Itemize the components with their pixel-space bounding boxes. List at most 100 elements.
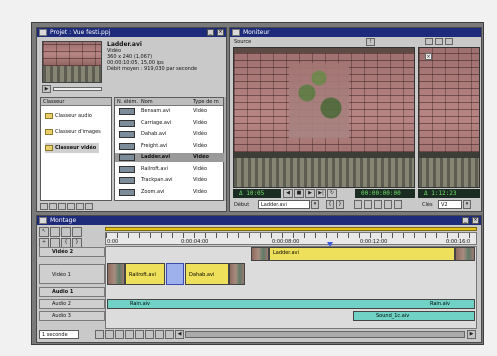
insert-button[interactable] <box>354 200 362 209</box>
scroll-left-button[interactable]: ◀ <box>175 330 184 339</box>
file-row[interactable]: Dahab.avi Vidéo <box>115 130 225 139</box>
mark-out-button[interactable]: } <box>336 200 344 209</box>
track-header-audio3[interactable]: Audio 3 <box>39 311 105 321</box>
mark-in-button[interactable]: { <box>326 200 334 209</box>
time-ruler[interactable]: 0:00 0:00:04:00 0:00:08:00 0:00:12:00 0:… <box>105 232 477 245</box>
play-button[interactable]: ▶ <box>305 189 315 198</box>
timeline-bottom-bar: 1 seconde ◀ ▶ <box>39 330 479 340</box>
file-name: Dahab.avi <box>141 131 167 137</box>
window-menu-icon[interactable] <box>39 29 47 36</box>
dual-view-button[interactable] <box>435 38 443 45</box>
program-track-select[interactable]: V2 <box>438 200 462 209</box>
file-row[interactable]: Bensam.avi Vidéo <box>115 107 225 116</box>
program-dropdown-button[interactable]: ▾ <box>463 200 471 209</box>
file-row[interactable]: Ladder.avi Vidéo <box>115 153 225 162</box>
timeline-titlebar[interactable]: Montage _ × <box>37 216 481 225</box>
program-close-button[interactable]: × <box>425 53 432 60</box>
file-row[interactable]: Trackpan.avi Vidéo <box>115 176 225 185</box>
toggle-sync-button[interactable] <box>125 330 134 339</box>
trash-button[interactable] <box>67 203 75 210</box>
bin-item-audio[interactable]: Classeur audio <box>45 112 92 121</box>
window-menu-icon[interactable] <box>232 29 240 36</box>
close-button[interactable]: × <box>217 29 224 36</box>
project-window: Projet : Vue festi.ppj _ × ▶ Ladder.avi … <box>36 27 227 212</box>
loop-button[interactable]: ↻ <box>327 189 337 198</box>
zoom-in-button[interactable] <box>165 330 174 339</box>
lift-button[interactable] <box>374 200 382 209</box>
selection-tool-button[interactable]: ↖ <box>39 227 49 237</box>
hand-tool-button[interactable] <box>72 227 82 237</box>
file-list-header: N. élém. Nom Type de m <box>115 98 223 106</box>
timeline-minimize-button[interactable]: _ <box>462 217 469 224</box>
project-scrollbar[interactable] <box>224 97 226 201</box>
bin-item-video[interactable]: Classeur vidéo <box>45 143 100 153</box>
razor-tool-button[interactable] <box>61 227 71 237</box>
toggle-edge-view-button[interactable] <box>105 330 114 339</box>
program-video[interactable]: × <box>418 47 480 188</box>
ruler-tick-label: 0:00:08:00 <box>272 239 300 245</box>
clip-rain-audio[interactable]: Rain.aiv Rain.aiv <box>107 299 475 309</box>
file-type: Vidéo <box>193 131 208 137</box>
extract-button[interactable] <box>384 200 392 209</box>
step-forward-button[interactable]: ▶| <box>316 189 326 198</box>
new-bin-button[interactable] <box>58 203 66 210</box>
time-unit-select[interactable]: 1 seconde <box>39 330 79 339</box>
monitor-menu-button[interactable]: ! <box>366 38 375 46</box>
project-title: Projet : Vue festi.ppj <box>50 29 111 36</box>
track-header-audio1[interactable]: Audio 1 <box>39 287 105 297</box>
project-titlebar[interactable]: Projet : Vue festi.ppj _ × <box>37 28 226 37</box>
render-button[interactable] <box>394 200 402 209</box>
scroll-right-button[interactable]: ▶ <box>467 330 476 339</box>
toggle-shift-tracks-button[interactable] <box>115 330 124 339</box>
bin-item-images[interactable]: Classeur d'images <box>45 128 101 137</box>
delete-button[interactable] <box>85 203 93 210</box>
stop-button[interactable]: ■ <box>294 189 304 198</box>
source-video[interactable] <box>233 47 415 188</box>
track-options-button[interactable] <box>135 330 144 339</box>
bin-header: Classeur <box>41 98 111 106</box>
minimize-button[interactable]: _ <box>207 29 214 36</box>
monitor-window: Moniteur Source ! × Δ 10:05 ◀ ■ ▶ ▶| ↻ 0… <box>229 27 482 212</box>
source-clip-select[interactable]: Ladder.avi <box>258 200 310 209</box>
track-header-video2[interactable]: Vidéo 2 <box>39 247 105 257</box>
overlay-button[interactable] <box>364 200 372 209</box>
monitor-titlebar[interactable]: Moniteur <box>230 28 481 37</box>
list-view-button[interactable] <box>40 203 48 210</box>
track-header-video1[interactable]: Vidéo 1 <box>39 264 105 284</box>
play-thumbnail-button[interactable]: ▶ <box>42 85 51 93</box>
clip-thumb[interactable] <box>251 247 269 261</box>
file-row[interactable]: Railroft.avi Vidéo <box>115 165 225 174</box>
timeline-close-button[interactable]: × <box>472 217 479 224</box>
timeline-toolbox: ↖ + { } <box>39 227 103 249</box>
timeline-scrollbar[interactable] <box>185 331 465 338</box>
toggle-snap-button[interactable] <box>95 330 104 339</box>
file-list: N. élém. Nom Type de m Bensam.avi Vidéo Ca… <box>114 97 225 201</box>
clip-thumb[interactable] <box>455 247 475 261</box>
track-header-audio2[interactable]: Audio 2 <box>39 299 105 309</box>
clip-railroft[interactable]: Railroft.avi <box>125 263 165 285</box>
find-button[interactable] <box>76 203 84 210</box>
source-duration: Δ 10:05 <box>233 189 281 198</box>
thumbnail-scrubber[interactable] <box>53 87 102 91</box>
clip-sound-audio[interactable]: Sound_1c.aiv <box>353 311 475 321</box>
window-menu-icon[interactable] <box>39 217 47 224</box>
source-dropdown-button[interactable]: ▾ <box>311 200 319 209</box>
trim-view-button[interactable] <box>445 38 453 45</box>
clip-thumb[interactable] <box>229 263 245 285</box>
monitor-toggle-button[interactable] <box>145 330 154 339</box>
clip-dahab[interactable]: Dahab.avi <box>185 263 229 285</box>
file-row[interactable]: Carriage.avi Vidéo <box>115 119 225 128</box>
file-row[interactable]: Zoom.avi Vidéo <box>115 188 225 197</box>
single-view-button[interactable] <box>425 38 433 45</box>
program-duration: Δ 1:12:23 <box>418 189 480 198</box>
ruler-tick-label: 0:00:16:0 <box>446 239 471 245</box>
step-back-button[interactable]: ◀ <box>283 189 293 198</box>
range-select-tool-button[interactable] <box>50 227 60 237</box>
zoom-out-button[interactable] <box>155 330 164 339</box>
icon-view-button[interactable] <box>49 203 57 210</box>
transition-icon[interactable] <box>166 263 184 285</box>
file-row[interactable]: Freight.avi Vidéo <box>115 142 225 151</box>
clip-ladder[interactable]: Ladder.avi <box>269 247 455 261</box>
work-area-bar[interactable] <box>105 227 477 231</box>
clip-thumb[interactable] <box>107 263 125 285</box>
